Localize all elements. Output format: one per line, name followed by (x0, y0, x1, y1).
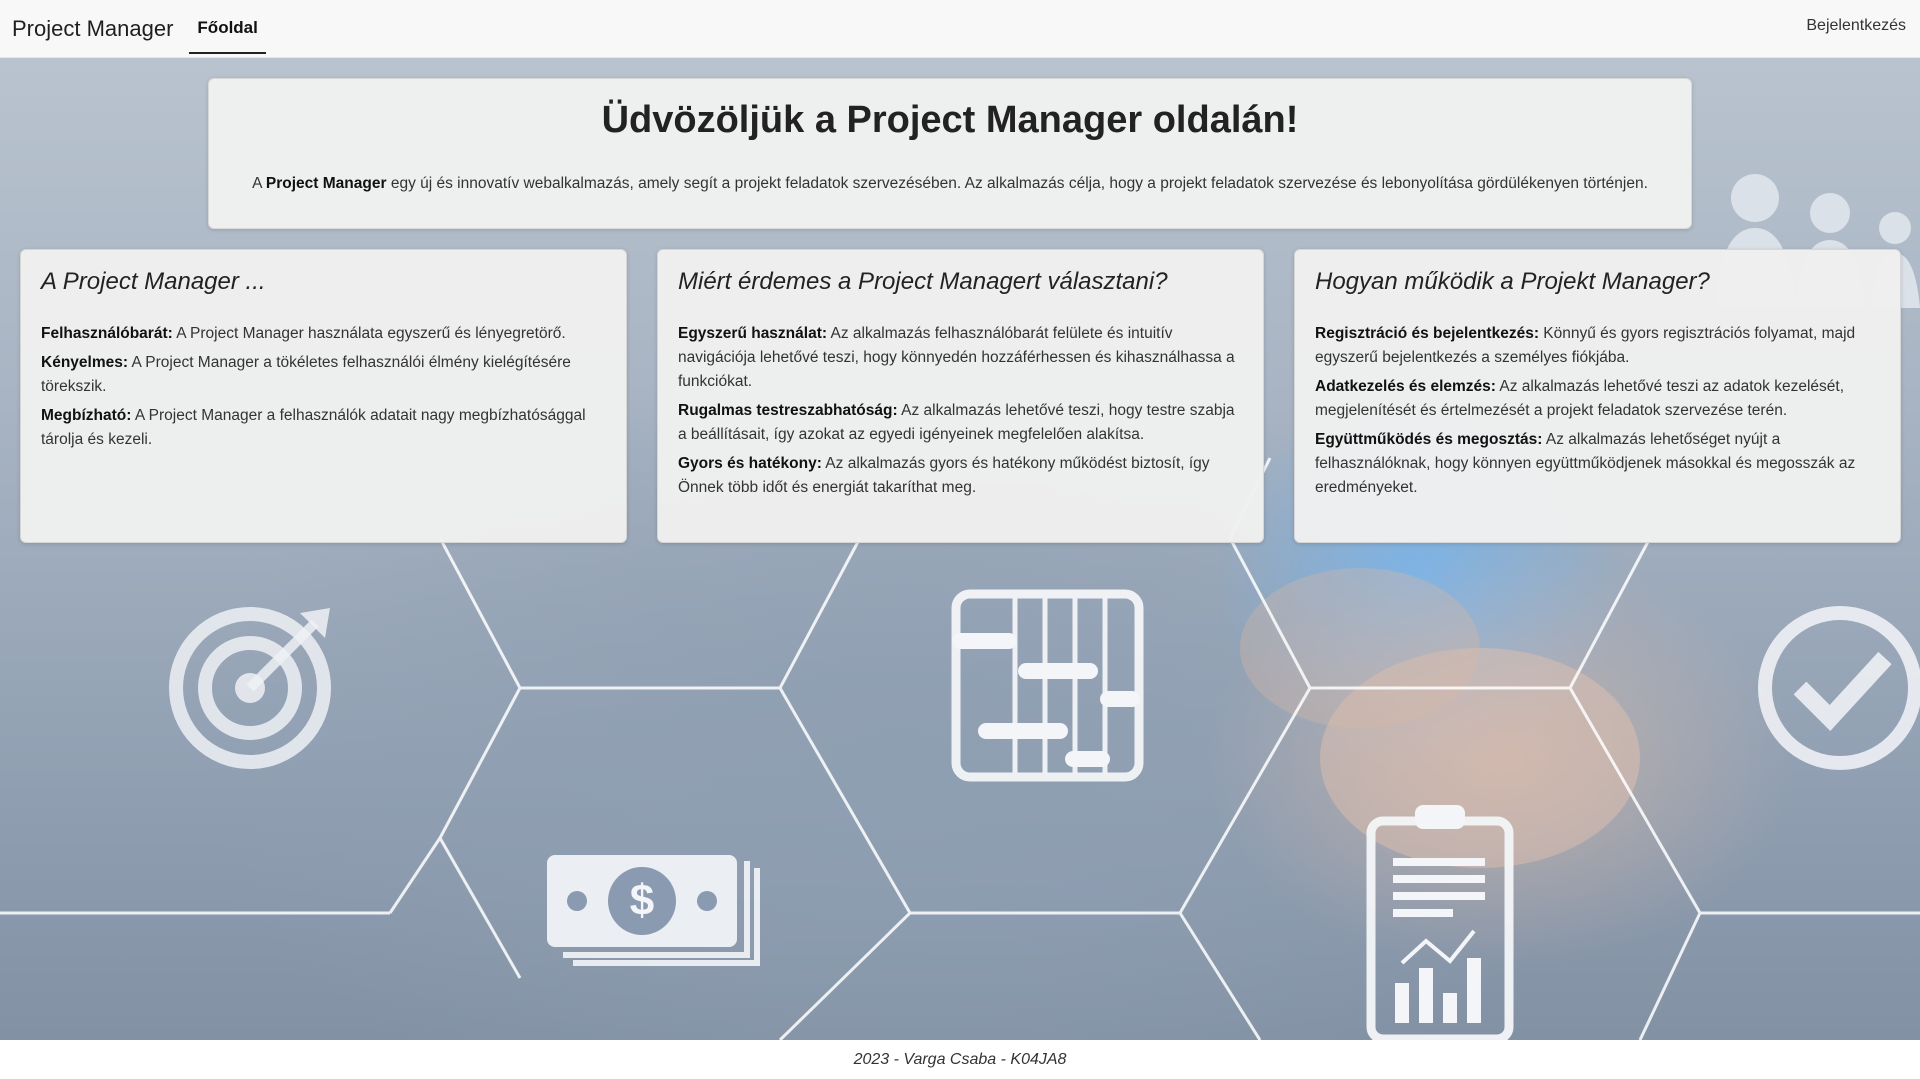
card-item: Megbízható: A Project Manager a felhaszn… (41, 404, 606, 452)
card-item-label: Felhasználóbarát: (41, 325, 173, 342)
welcome-text-rest: egy új és innovatív webalkalmazás, amely… (386, 175, 1648, 192)
checkmark-icon (1758, 606, 1920, 770)
target-icon (169, 607, 331, 769)
card-item-label: Adatkezelés és elemzés: (1315, 378, 1496, 395)
welcome-panel: Üdvözöljük a Project Manager oldalán! A … (208, 78, 1692, 229)
login-link[interactable]: Bejelentkezés (1806, 17, 1906, 35)
footer: 2023 - Varga Csaba - K04JA8 (0, 1040, 1920, 1079)
card-title: Hogyan működik a Projekt Manager? (1315, 268, 1710, 295)
card-about: A Project Manager ... Felhasználóbarát: … (20, 249, 627, 543)
card-item: Együttműködés és megosztás: Az alkalmazá… (1315, 428, 1880, 500)
dollar-bill-icon: $ (547, 855, 760, 966)
navbar: Project Manager Főoldal Bejelentkezés (0, 0, 1920, 58)
brand-link[interactable]: Project Manager (12, 16, 173, 42)
nav-home-link[interactable]: Főoldal (189, 4, 266, 54)
welcome-text-bold: Project Manager (265, 175, 387, 192)
card-item-label: Rugalmas testreszabhatóság: (678, 402, 898, 419)
card-item-label: Gyors és hatékony: (678, 455, 822, 472)
card-item: Egyszerű használat: Az alkalmazás felhas… (678, 322, 1243, 394)
footer-text: 2023 - Varga Csaba - K04JA8 (853, 1051, 1067, 1068)
card-item: Regisztráció és bejelentkezés: Könnyű és… (1315, 322, 1880, 370)
svg-text:$: $ (630, 876, 654, 925)
welcome-title: Üdvözöljük a Project Manager oldalán! (601, 99, 1299, 141)
card-item-label: Együttműködés és megosztás: (1315, 431, 1543, 448)
card-item: Adatkezelés és elemzés: Az alkalmazás le… (1315, 375, 1880, 423)
clipboard-chart-icon (1366, 805, 1514, 1040)
card-item-label: Megbízható: (41, 407, 132, 424)
card-item: Rugalmas testreszabhatóság: Az alkalmazá… (678, 399, 1243, 447)
card-item-label: Regisztráció és bejelentkezés: (1315, 325, 1539, 342)
card-item-text: A Project Manager használata egyszerű és… (172, 325, 566, 342)
card-item: Gyors és hatékony: Az alkalmazás gyors é… (678, 452, 1243, 500)
welcome-text-prefix: A (252, 175, 266, 192)
card-item-label: Kényelmes: (41, 354, 129, 371)
card-how: Hogyan működik a Projekt Manager? Regisz… (1294, 249, 1901, 543)
card-item-label: Egyszerű használat: (678, 325, 828, 342)
gantt-chart-icon (951, 589, 1144, 782)
welcome-text: A Project Manager egy új és innovatív we… (209, 175, 1691, 193)
card-title: Miért érdemes a Project Managert választ… (678, 268, 1168, 295)
card-item: Felhasználóbarát: A Project Manager hasz… (41, 322, 606, 346)
card-why: Miért érdemes a Project Managert választ… (657, 249, 1264, 543)
card-title: A Project Manager ... (41, 268, 266, 295)
card-item: Kényelmes: A Project Manager a tökéletes… (41, 351, 606, 399)
